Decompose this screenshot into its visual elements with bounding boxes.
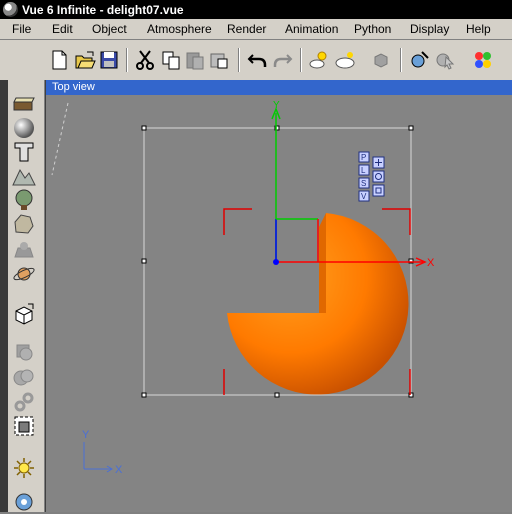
paste-icon[interactable] bbox=[184, 49, 206, 71]
plant-icon[interactable] bbox=[12, 188, 36, 212]
toolbar-separator bbox=[238, 48, 240, 72]
menu-object[interactable]: Object bbox=[92, 22, 127, 36]
y-axis-label: Y bbox=[273, 100, 280, 111]
pivot-point[interactable] bbox=[273, 259, 279, 265]
title-bar: Vue 6 Infinite - delight07.vue bbox=[0, 0, 512, 19]
metablob-icon[interactable] bbox=[12, 366, 36, 390]
sphere-icon[interactable] bbox=[12, 116, 36, 140]
x-axis-label: X bbox=[427, 257, 435, 269]
3d-import-icon[interactable] bbox=[12, 302, 36, 326]
cloud-layer-icon[interactable] bbox=[12, 238, 36, 262]
cube-icon[interactable] bbox=[12, 94, 36, 118]
light-icon[interactable] bbox=[12, 456, 36, 480]
menu-display[interactable]: Display bbox=[410, 22, 449, 36]
gizmo-buttons[interactable]: P L S V bbox=[358, 151, 385, 202]
menu-file[interactable]: File bbox=[12, 22, 31, 36]
toolbar-separator bbox=[400, 48, 402, 72]
menu-edit[interactable]: Edit bbox=[52, 22, 73, 36]
pointer-icon[interactable] bbox=[434, 49, 456, 71]
menu-python[interactable]: Python bbox=[354, 22, 391, 36]
menu-render[interactable]: Render bbox=[227, 22, 266, 36]
redo-icon[interactable] bbox=[272, 49, 294, 71]
boolean-icon[interactable] bbox=[12, 340, 36, 364]
cut-icon[interactable] bbox=[134, 49, 156, 71]
top-view-viewport[interactable]: Top view Y X P L S V Y X bbox=[45, 80, 512, 512]
toolbar-separator bbox=[126, 48, 128, 72]
app-icon bbox=[3, 2, 18, 17]
menu-bar: File Edit Object Atmosphere Render Anima… bbox=[0, 19, 512, 40]
sphere-cut-face bbox=[319, 213, 326, 313]
camera-icon[interactable] bbox=[12, 490, 36, 514]
sun-cloud-icon[interactable] bbox=[308, 49, 330, 71]
clouds-icon[interactable] bbox=[334, 49, 356, 71]
toolbar bbox=[0, 40, 512, 81]
camera-field-line bbox=[51, 102, 69, 176]
planet-icon[interactable] bbox=[12, 262, 36, 286]
toolbar-separator bbox=[300, 48, 302, 72]
new-file-icon[interactable] bbox=[48, 49, 70, 71]
rock-icon[interactable] bbox=[12, 212, 36, 236]
export-icon[interactable] bbox=[208, 49, 230, 71]
group-icon[interactable] bbox=[12, 414, 36, 438]
undo-icon[interactable] bbox=[246, 49, 268, 71]
corner-axis-y: Y bbox=[82, 429, 90, 441]
rotate-gizmo-icon[interactable] bbox=[372, 170, 385, 183]
copy-icon[interactable] bbox=[160, 49, 182, 71]
gizmo-button-s[interactable]: S bbox=[361, 179, 366, 188]
menu-atmosphere[interactable]: Atmosphere bbox=[147, 22, 212, 36]
terrain-icon[interactable] bbox=[12, 164, 36, 188]
corner-axes-indicator: Y X bbox=[82, 429, 123, 476]
gizmo-button-v[interactable]: V bbox=[361, 192, 367, 201]
menu-animation[interactable]: Animation bbox=[285, 22, 338, 36]
left-edge-bar bbox=[0, 80, 8, 512]
viewport-title: Top view bbox=[46, 80, 512, 95]
gizmo-button-l[interactable]: L bbox=[361, 166, 366, 175]
gizmo-button-p[interactable]: P bbox=[361, 153, 366, 162]
object-icon[interactable] bbox=[370, 49, 392, 71]
palette-icon[interactable] bbox=[472, 49, 494, 71]
resize-gizmo-icon[interactable] bbox=[372, 184, 385, 197]
link-icon[interactable] bbox=[12, 390, 36, 414]
open-file-icon[interactable] bbox=[74, 49, 96, 71]
menu-help[interactable]: Help bbox=[466, 22, 491, 36]
save-icon[interactable] bbox=[98, 49, 120, 71]
text-icon[interactable] bbox=[12, 140, 36, 164]
viewport-canvas[interactable]: Y X P L S V Y X bbox=[46, 95, 512, 512]
edit-tools-icon[interactable] bbox=[408, 49, 430, 71]
corner-axis-x: X bbox=[115, 464, 123, 476]
window-title: Vue 6 Infinite - delight07.vue bbox=[22, 2, 184, 17]
